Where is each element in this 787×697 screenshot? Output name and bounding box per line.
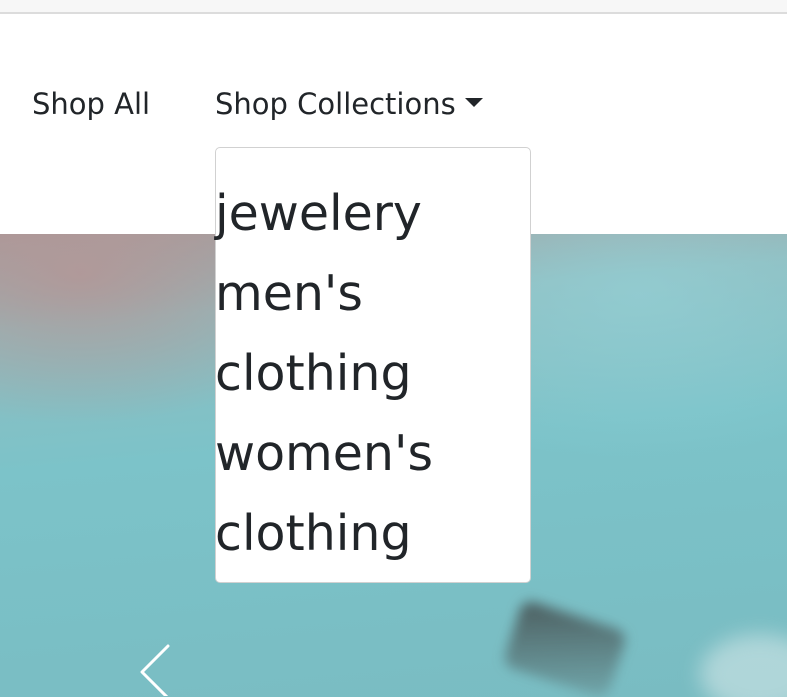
dropdown-item-mens[interactable]: men's (215, 254, 433, 334)
hero-image-highlight (700, 634, 787, 697)
collections-dropdown-menu: jewelery men's clothing women's clothing (215, 147, 531, 583)
dropdown-item-womens[interactable]: women's (215, 414, 433, 494)
dropdown-item-jewelery[interactable]: jewelery (215, 174, 433, 254)
dropdown-item-womens-clothing[interactable]: clothing (215, 494, 433, 574)
dropdown-item-mens-clothing[interactable]: clothing (215, 334, 433, 414)
caret-down-icon (464, 97, 483, 107)
carousel-prev-button[interactable] (132, 636, 180, 696)
hero-image-detail (501, 598, 629, 697)
nav-dropdown-shop-collections[interactable]: Shop Collections (215, 86, 483, 122)
chevron-left-icon (140, 644, 170, 696)
browser-top-edge (0, 0, 787, 14)
dropdown-list: jewelery men's clothing women's clothing (215, 174, 433, 574)
nav-link-shop-all[interactable]: Shop All (32, 86, 150, 122)
nav-dropdown-label: Shop Collections (215, 87, 456, 121)
